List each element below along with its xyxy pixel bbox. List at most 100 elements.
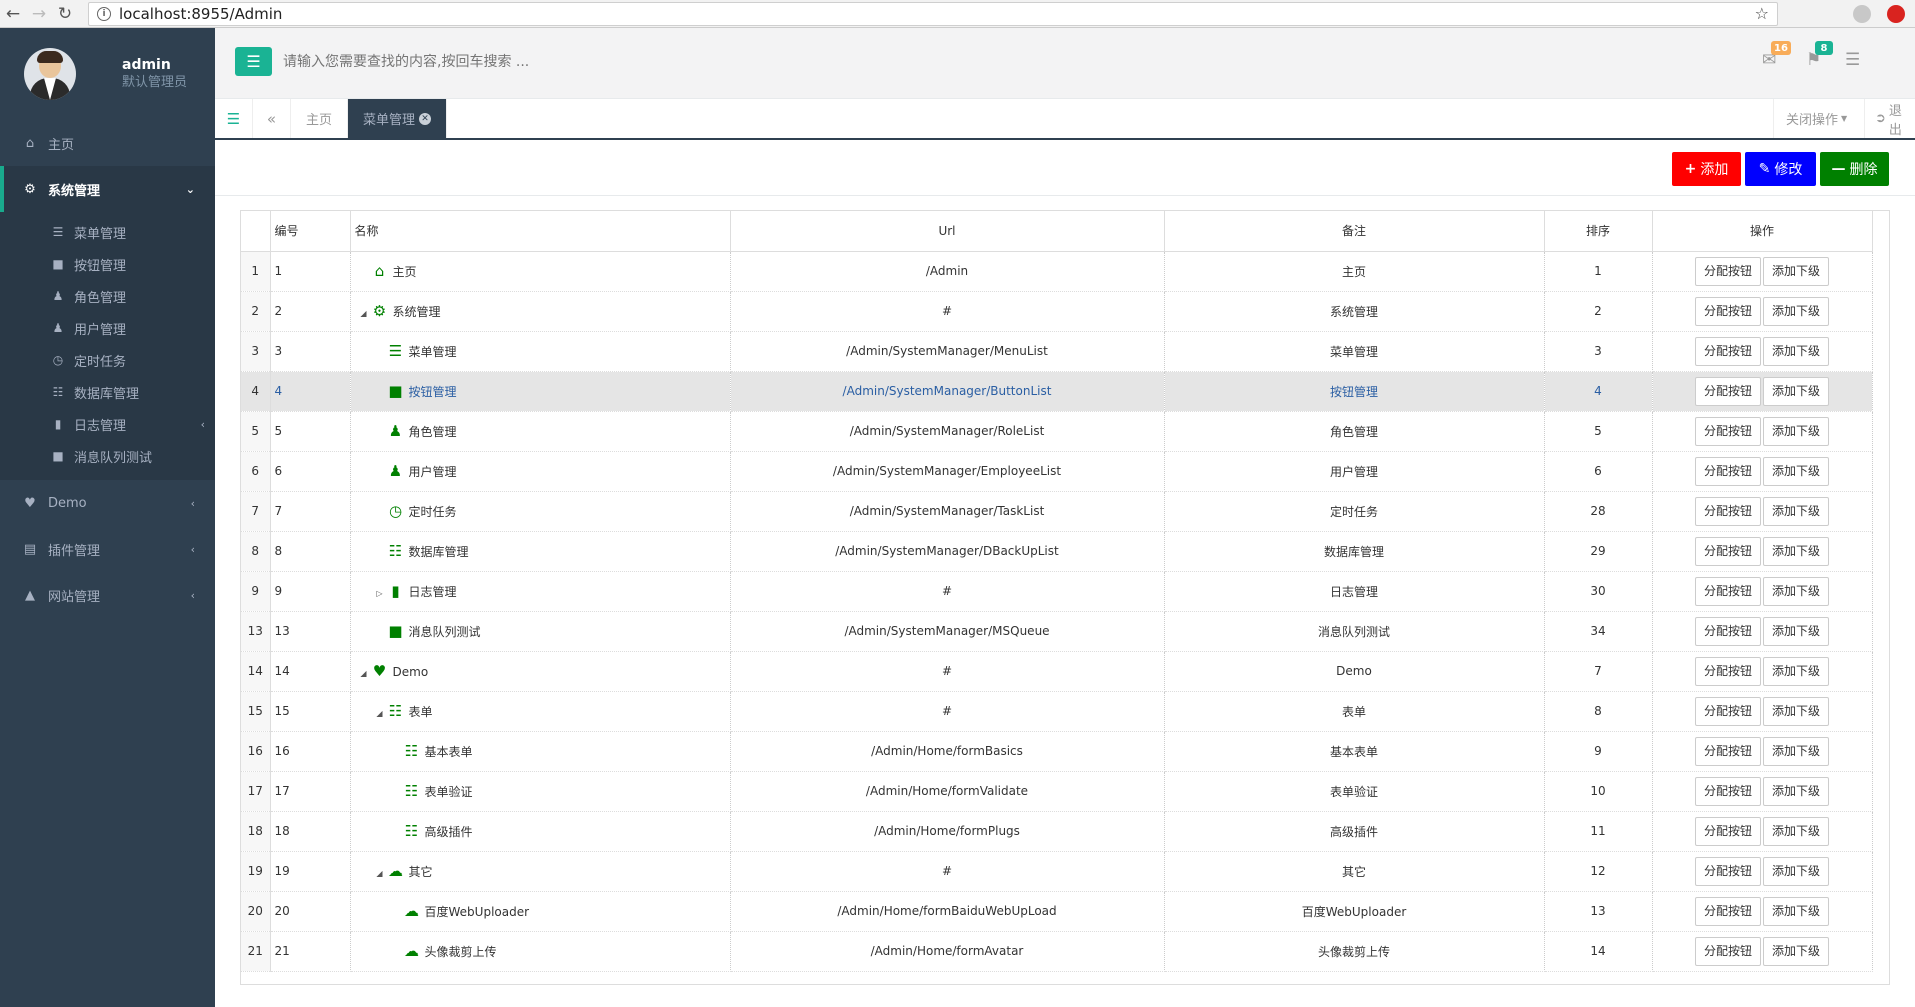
- assign-buttons-button[interactable]: 分配按钮: [1694, 456, 1761, 486]
- reload-icon[interactable]: ↻: [52, 1, 78, 27]
- table-row[interactable]: 1 1 ⌂ 主页/Admin 主页 1 分配按钮 添加下级: [241, 251, 1873, 292]
- sidebar-item-demo[interactable]: ♥ Demo ‹: [0, 480, 215, 526]
- assign-buttons-button[interactable]: 分配按钮: [1694, 536, 1761, 566]
- bell-icon[interactable]: ⚑ 8: [1806, 41, 1833, 70]
- add-child-button[interactable]: 添加下级: [1763, 776, 1830, 806]
- back-icon[interactable]: ←: [0, 1, 26, 27]
- avatar[interactable]: [24, 48, 76, 100]
- submenu-item-role[interactable]: ♟ 角色管理: [0, 280, 215, 312]
- add-button[interactable]: + 添加: [1672, 152, 1741, 186]
- table-row[interactable]: 18 18 ☷ 高级插件/Admin/Home/formPlugs 高级插件 11 分配按钮…: [241, 811, 1873, 852]
- add-child-button[interactable]: 添加下级: [1763, 616, 1830, 646]
- add-child-button[interactable]: 添加下级: [1763, 896, 1830, 926]
- add-child-button[interactable]: 添加下级: [1763, 336, 1830, 366]
- table-row[interactable]: 5 5 ♟ 角色管理/Admin/SystemManager/RoleList 角色管理…: [241, 411, 1873, 452]
- assign-buttons-button[interactable]: 分配按钮: [1694, 896, 1761, 926]
- submenu-item-log[interactable]: ▮ 日志管理 ‹: [0, 408, 215, 440]
- table-row[interactable]: 21 21 ☁ 头像裁剪上传/Admin/Home/formAvatar 头像裁剪上传 1…: [241, 931, 1873, 972]
- submenu-item-database[interactable]: ☷ 数据库管理: [0, 376, 215, 408]
- tree-toggle-icon[interactable]: ◢: [357, 309, 371, 318]
- tree-toggle-icon[interactable]: ◢: [373, 709, 387, 718]
- tab-menu-manage[interactable]: 菜单管理 ✕: [348, 99, 448, 138]
- add-child-button[interactable]: 添加下级: [1763, 376, 1830, 406]
- add-child-button[interactable]: 添加下级: [1763, 296, 1830, 326]
- table-row[interactable]: 9 9 ▷ ▮ 日志管理 # 日志管理 30 分配按钮 添加下级: [241, 571, 1873, 612]
- assign-buttons-button[interactable]: 分配按钮: [1694, 416, 1761, 446]
- sidebar-item-plugin[interactable]: ▤ 插件管理 ‹: [0, 526, 215, 572]
- assign-buttons-button[interactable]: 分配按钮: [1694, 496, 1761, 526]
- assign-buttons-button[interactable]: 分配按钮: [1694, 936, 1761, 966]
- tab-home[interactable]: 主页: [291, 99, 349, 138]
- close-tab-icon[interactable]: ✕: [419, 112, 432, 125]
- envelope-icon[interactable]: ✉ 16: [1762, 41, 1791, 70]
- assign-buttons-button[interactable]: 分配按钮: [1694, 376, 1761, 406]
- table-row[interactable]: 14 14 ◢ ♥ Demo # Demo 7 分配按钮 添加下级: [241, 651, 1873, 692]
- menu-toggle-button[interactable]: ☰: [235, 47, 272, 76]
- submenu-item-mq[interactable]: ■ 消息队列测试: [0, 440, 215, 472]
- scroll-left-icon[interactable]: «: [253, 99, 291, 138]
- assign-buttons-button[interactable]: 分配按钮: [1694, 856, 1761, 886]
- submenu-item-menu[interactable]: ☰ 菜单管理: [0, 216, 215, 248]
- add-child-button[interactable]: 添加下级: [1763, 736, 1830, 766]
- submenu-item-task[interactable]: ◷ 定时任务: [0, 344, 215, 376]
- add-child-button[interactable]: 添加下级: [1763, 816, 1830, 846]
- logout-button[interactable]: ➲ 退出: [1864, 99, 1915, 138]
- bookmark-star-icon[interactable]: ☆: [1755, 4, 1769, 23]
- list-icon[interactable]: ☰: [215, 99, 253, 138]
- close-operations-dropdown[interactable]: 关闭操作 ▼: [1773, 99, 1859, 138]
- add-child-button[interactable]: 添加下级: [1763, 256, 1830, 286]
- add-child-button[interactable]: 添加下级: [1763, 496, 1830, 526]
- search-input[interactable]: [277, 47, 677, 77]
- table-row[interactable]: 20 20 ☁ 百度WebUploader/Admin/Home/formBaiduW…: [241, 891, 1873, 932]
- column-header[interactable]: 编号: [270, 211, 351, 252]
- column-header[interactable]: 操作: [1652, 211, 1873, 252]
- assign-buttons-button[interactable]: 分配按钮: [1694, 776, 1761, 806]
- submenu-item-button[interactable]: ■ 按钮管理: [0, 248, 215, 280]
- assign-buttons-button[interactable]: 分配按钮: [1694, 736, 1761, 766]
- assign-buttons-button[interactable]: 分配按钮: [1694, 616, 1761, 646]
- assign-buttons-button[interactable]: 分配按钮: [1694, 256, 1761, 286]
- extension-record-icon[interactable]: [1887, 5, 1905, 23]
- assign-buttons-button[interactable]: 分配按钮: [1694, 296, 1761, 326]
- add-child-button[interactable]: 添加下级: [1763, 696, 1830, 726]
- table-row[interactable]: 19 19 ◢ ☁ 其它 # 其它 12 分配按钮 添加下级: [241, 851, 1873, 892]
- table-row[interactable]: 3 3 ☰ 菜单管理/Admin/SystemManager/MenuList 菜单管理…: [241, 331, 1873, 372]
- table-row[interactable]: 4 4 ■ 按钮管理/Admin/SystemManager/ButtonList 按钮…: [241, 371, 1873, 412]
- table-row[interactable]: 8 8 ☷ 数据库管理/Admin/SystemManager/DBackUpList…: [241, 531, 1873, 572]
- user-name[interactable]: admin: [122, 56, 187, 74]
- add-child-button[interactable]: 添加下级: [1763, 936, 1830, 966]
- table-row[interactable]: 16 16 ☷ 基本表单/Admin/Home/formBasics 基本表单 9 分配按钮…: [241, 731, 1873, 772]
- table-row[interactable]: 2 2 ◢ ⚙ 系统管理 # 系统管理 2 分配按钮 添加下级: [241, 291, 1873, 332]
- edit-button[interactable]: ✎ 修改: [1745, 152, 1816, 186]
- add-child-button[interactable]: 添加下级: [1763, 416, 1830, 446]
- table-row[interactable]: 13 13 ■ 消息队列测试/Admin/SystemManager/MSQueue 消…: [241, 611, 1873, 652]
- address-bar[interactable]: i localhost:8955/Admin ☆: [88, 2, 1778, 26]
- sidebar-item-system[interactable]: ⚙ 系统管理 ⌄: [0, 166, 215, 212]
- sidebar-item-home[interactable]: ⌂ 主页: [0, 120, 215, 166]
- add-child-button[interactable]: 添加下级: [1763, 656, 1830, 686]
- table-row[interactable]: 15 15 ◢ ☷ 表单 # 表单 8 分配按钮 添加下级: [241, 691, 1873, 732]
- assign-buttons-button[interactable]: 分配按钮: [1694, 576, 1761, 606]
- tree-toggle-icon[interactable]: ◢: [357, 669, 371, 678]
- table-row[interactable]: 17 17 ☷ 表单验证/Admin/Home/formValidate 表单验证 10 分…: [241, 771, 1873, 812]
- add-child-button[interactable]: 添加下级: [1763, 536, 1830, 566]
- column-header[interactable]: Url: [730, 211, 1165, 252]
- tree-toggle-icon[interactable]: ◢: [373, 869, 387, 878]
- add-child-button[interactable]: 添加下级: [1763, 856, 1830, 886]
- table-row[interactable]: 6 6 ♟ 用户管理/Admin/SystemManager/EmployeeList…: [241, 451, 1873, 492]
- submenu-item-user[interactable]: ♟ 用户管理: [0, 312, 215, 344]
- column-header[interactable]: 备注: [1164, 211, 1545, 252]
- table-row[interactable]: 7 7 ◷ 定时任务/Admin/SystemManager/TaskList 定时任务…: [241, 491, 1873, 532]
- add-child-button[interactable]: 添加下级: [1763, 576, 1830, 606]
- forward-icon[interactable]: →: [26, 1, 52, 27]
- extension-icon[interactable]: [1853, 5, 1871, 23]
- info-icon[interactable]: i: [97, 7, 111, 21]
- column-header[interactable]: 排序: [1544, 211, 1653, 252]
- assign-buttons-button[interactable]: 分配按钮: [1694, 336, 1761, 366]
- assign-buttons-button[interactable]: 分配按钮: [1694, 696, 1761, 726]
- assign-buttons-button[interactable]: 分配按钮: [1694, 656, 1761, 686]
- column-header[interactable]: 名称: [350, 211, 731, 252]
- delete-button[interactable]: — 删除: [1820, 152, 1889, 186]
- tasks-icon[interactable]: ☰: [1845, 50, 1860, 70]
- sidebar-item-site[interactable]: ▲ 网站管理 ‹: [0, 572, 215, 618]
